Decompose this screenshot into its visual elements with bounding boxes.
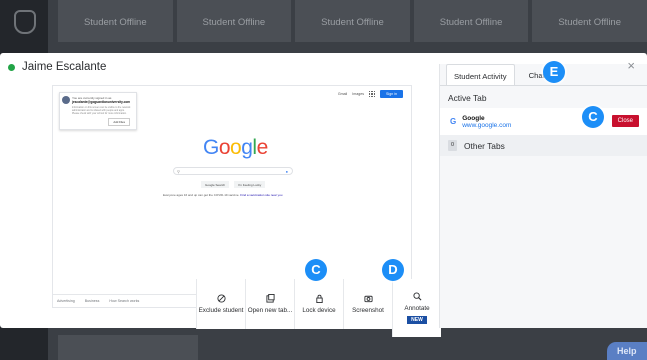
popup-email: jescalante@goguardianuniversity.com: [72, 100, 131, 104]
gmail-link: Gmail: [337, 92, 348, 96]
help-button[interactable]: Help: [607, 342, 647, 360]
close-tab-button[interactable]: Close: [611, 115, 639, 127]
app-logo-icon: [14, 10, 36, 34]
button-label: Exclude student: [198, 307, 244, 314]
other-tabs-label: Other Tabs: [464, 140, 505, 151]
images-link: Images: [352, 92, 364, 96]
popup-button: Add Files: [108, 118, 130, 126]
new-tab-icon: [265, 294, 275, 303]
student-tiles: Student Offline Student Offline Student …: [58, 0, 647, 42]
annotate-icon: [412, 292, 421, 301]
student-tile[interactable]: Student Offline: [295, 0, 410, 42]
button-label: Screenshot: [352, 307, 384, 314]
screenshot-button[interactable]: Screenshot: [343, 279, 392, 329]
student-tile[interactable]: Student Offline: [58, 0, 173, 42]
google-search-button: Google Search: [201, 181, 230, 188]
annotate-button[interactable]: Annotate NEW: [392, 279, 441, 337]
search-icon: ⚲: [177, 169, 180, 174]
google-logo: Google: [203, 136, 268, 159]
close-modal-button[interactable]: ×: [627, 58, 635, 73]
tab-title: Google: [462, 114, 485, 122]
student-tile[interactable]: Student Offline: [413, 0, 529, 42]
google-search-box: ⚲ ●: [173, 167, 293, 175]
open-new-tab-button[interactable]: Open new tab...: [245, 279, 294, 329]
lock-icon: [315, 294, 323, 303]
other-tabs-row[interactable]: 0 Other Tabs: [440, 135, 647, 156]
button-label: Annotate: [404, 305, 430, 312]
button-label: Open new tab...: [247, 307, 293, 314]
student-header: Jaime Escalante: [8, 61, 106, 73]
microphone-icon: ●: [285, 169, 288, 174]
student-actions-toolbar: Exclude student Open new tab... Lock dev…: [196, 279, 441, 337]
student-detail-modal: Jaime Escalante You are currently signed…: [0, 53, 647, 337]
account-popup: You are currently signed in as jescalant…: [59, 92, 137, 130]
avatar: [62, 96, 70, 104]
google-buttons: Google Search I'm Feeling Lucky: [201, 181, 266, 188]
google-top-links: Gmail Images Sign in: [338, 90, 403, 98]
popup-body: Information on this screen can be visibl…: [72, 106, 131, 115]
active-tab-row[interactable]: G Google www.google.com Close: [440, 108, 647, 135]
student-name: Jaime Escalante: [22, 61, 107, 73]
student-tile: [58, 335, 198, 360]
student-tile[interactable]: Student Offline: [176, 0, 292, 42]
active-tab-heading: Active Tab: [448, 93, 487, 103]
google-info: Everyone ages 16 and up can get the COVI…: [163, 193, 283, 197]
tab-student-activity[interactable]: Student Activity: [446, 64, 515, 85]
feeling-lucky-button: I'm Feeling Lucky: [234, 181, 266, 188]
other-tabs-count: 0: [448, 140, 457, 151]
google-favicon-icon: G: [450, 117, 457, 126]
callout-chat: E: [543, 61, 565, 83]
ban-icon: [216, 294, 226, 303]
student-tile[interactable]: Student Offline: [532, 0, 647, 42]
apps-grid-icon: [369, 91, 375, 97]
callout-close: C: [582, 106, 604, 128]
button-label: Lock device: [302, 307, 336, 314]
callout-lock: C: [305, 259, 327, 281]
callout-screenshot: D: [382, 259, 404, 281]
lock-device-button[interactable]: Lock device: [294, 279, 343, 329]
student-activity-panel: Student Activity Chat Active Tab G Googl…: [439, 64, 647, 328]
camera-icon: [363, 295, 373, 303]
screen-preview: You are currently signed in as jescalant…: [52, 85, 412, 308]
online-status-icon: [8, 63, 15, 71]
tab-url[interactable]: www.google.com: [462, 122, 511, 129]
new-badge: NEW: [407, 316, 427, 324]
exclude-student-button[interactable]: Exclude student: [196, 279, 245, 329]
google-footer-links: Advertising Business How Search works: [57, 299, 140, 303]
sign-in-button: Sign in: [380, 90, 403, 98]
